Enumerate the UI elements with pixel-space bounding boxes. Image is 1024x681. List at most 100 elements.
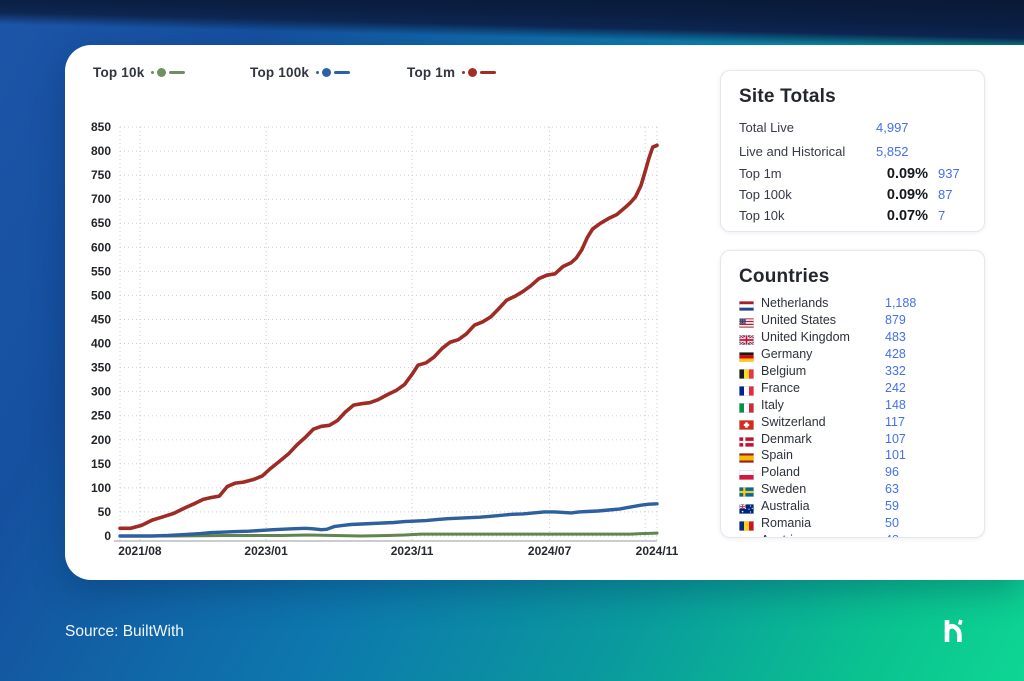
flag-icon-fr bbox=[739, 383, 754, 393]
country-row: Spain 101 bbox=[739, 447, 968, 464]
country-name: Sweden bbox=[761, 482, 806, 496]
svg-text:600: 600 bbox=[91, 240, 111, 254]
country-row: Netherlands 1,188 bbox=[739, 295, 968, 312]
svg-text:2024/07: 2024/07 bbox=[528, 544, 572, 558]
flag-icon-nl bbox=[739, 298, 754, 308]
page-background: Top 10kTop 100kTop 1m 050100150200250300… bbox=[0, 0, 1024, 681]
country-count-link[interactable]: 428 bbox=[885, 347, 906, 361]
svg-text:450: 450 bbox=[91, 313, 111, 327]
legend-item-top-10k[interactable]: Top 10k bbox=[93, 65, 250, 80]
site-total-rank-row: Top 100k0.09%87 bbox=[739, 184, 968, 205]
country-count-link[interactable]: 96 bbox=[885, 465, 899, 479]
rank-percent: 0.09% bbox=[876, 166, 928, 182]
flag-icon-ch bbox=[739, 417, 754, 427]
svg-text:400: 400 bbox=[91, 337, 111, 351]
svg-text:200: 200 bbox=[91, 433, 111, 447]
hostinger-h-icon bbox=[936, 612, 972, 650]
site-total-value-link[interactable]: 5,852 bbox=[876, 144, 928, 159]
svg-text:300: 300 bbox=[91, 385, 111, 399]
country-count-link[interactable]: 242 bbox=[885, 381, 906, 395]
svg-text:150: 150 bbox=[91, 457, 111, 471]
site-totals-title: Site Totals bbox=[739, 85, 968, 109]
country-count-link[interactable]: 107 bbox=[885, 432, 906, 446]
site-total-label: Live and Historical bbox=[739, 144, 876, 159]
country-name: United States bbox=[761, 313, 836, 327]
legend-item-top-100k[interactable]: Top 100k bbox=[250, 65, 407, 80]
flag-icon-be bbox=[739, 366, 754, 376]
country-count-link[interactable]: 332 bbox=[885, 364, 906, 378]
site-totals-rows: Total Live4,997Live and Historical5,852T… bbox=[739, 115, 968, 226]
country-row: Italy 148 bbox=[739, 396, 968, 413]
country-row: Belgium 332 bbox=[739, 363, 968, 380]
country-count-link[interactable]: 59 bbox=[885, 499, 899, 513]
legend-circle-icon bbox=[322, 68, 331, 77]
svg-text:850: 850 bbox=[91, 120, 111, 134]
country-count-link[interactable]: 101 bbox=[885, 448, 906, 462]
country-count-link[interactable]: 63 bbox=[885, 482, 899, 496]
country-row: Switzerland 117 bbox=[739, 413, 968, 430]
site-total-label: Total Live bbox=[739, 120, 876, 135]
country-row: Germany428 bbox=[739, 346, 968, 363]
rank-count-link[interactable]: 937 bbox=[928, 166, 968, 181]
legend-dash-icon bbox=[334, 71, 350, 75]
rank-percent: 0.07% bbox=[876, 208, 928, 224]
country-name: Switzerland bbox=[761, 415, 826, 429]
country-row: United States 879 bbox=[739, 312, 968, 329]
country-count-link[interactable]: 1,188 bbox=[885, 296, 916, 310]
legend-label: Top 10k bbox=[93, 65, 144, 80]
country-count-link[interactable]: 879 bbox=[885, 313, 906, 327]
rank-percent: 0.09% bbox=[876, 187, 928, 203]
legend-dash-icon bbox=[480, 71, 496, 75]
series-line-top-1m bbox=[120, 145, 657, 528]
country-name: Austria bbox=[761, 533, 800, 538]
flag-icon-uk bbox=[739, 332, 754, 342]
svg-text:650: 650 bbox=[91, 216, 111, 230]
country-name: Denmark bbox=[761, 432, 812, 446]
flag-icon-es bbox=[739, 450, 754, 460]
country-count-link[interactable]: 148 bbox=[885, 398, 906, 412]
country-name: Spain bbox=[761, 448, 793, 462]
country-count-link[interactable]: 483 bbox=[885, 330, 906, 344]
country-count-link[interactable]: 48 bbox=[885, 533, 899, 538]
legend-label: Top 1m bbox=[407, 65, 455, 80]
legend-dash-icon bbox=[169, 71, 185, 75]
rank-label: Top 1m bbox=[739, 166, 876, 181]
chart-legend: Top 10k Top 100k Top 1m bbox=[93, 65, 564, 80]
country-row: Romania50 bbox=[739, 515, 968, 532]
flag-icon-au bbox=[739, 501, 754, 511]
country-name: Australia bbox=[761, 499, 810, 513]
hostinger-logo bbox=[936, 612, 972, 655]
rank-label: Top 10k bbox=[739, 208, 876, 223]
flag-icon-ro bbox=[739, 518, 754, 528]
country-count-link[interactable]: 50 bbox=[885, 516, 899, 530]
countries-rows: Netherlands 1,188 United States 879 United K… bbox=[739, 295, 968, 538]
legend-item-top-1m[interactable]: Top 1m bbox=[407, 65, 564, 80]
svg-text:2024/11: 2024/11 bbox=[636, 544, 679, 558]
country-name: Poland bbox=[761, 465, 800, 479]
rank-label: Top 100k bbox=[739, 187, 876, 202]
series-line-top-100k bbox=[120, 504, 657, 536]
svg-text:550: 550 bbox=[91, 264, 111, 278]
country-name: Netherlands bbox=[761, 296, 828, 310]
svg-text:0: 0 bbox=[104, 529, 111, 543]
legend-label: Top 100k bbox=[250, 65, 309, 80]
country-row: Sweden 63 bbox=[739, 481, 968, 498]
site-total-row: Total Live4,997 bbox=[739, 115, 968, 139]
country-count-link[interactable]: 117 bbox=[885, 415, 905, 429]
trends-chart: 0501001502002503003504004505005506006507… bbox=[85, 105, 715, 565]
country-row: France242 bbox=[739, 379, 968, 396]
rank-count-link[interactable]: 7 bbox=[928, 208, 968, 223]
svg-text:750: 750 bbox=[91, 168, 111, 182]
svg-text:800: 800 bbox=[91, 144, 111, 158]
country-name: Italy bbox=[761, 398, 784, 412]
site-total-rank-row: Top 1m0.09%937 bbox=[739, 163, 968, 184]
site-total-rank-row: Top 10k0.07%7 bbox=[739, 205, 968, 226]
rank-count-link[interactable]: 87 bbox=[928, 187, 968, 202]
country-name: United Kingdom bbox=[761, 330, 850, 344]
site-total-value-link[interactable]: 4,997 bbox=[876, 120, 928, 135]
svg-text:100: 100 bbox=[91, 481, 111, 495]
flag-icon-dk bbox=[739, 434, 754, 444]
country-row: United Kingdom 483 bbox=[739, 329, 968, 346]
country-name: Belgium bbox=[761, 364, 806, 378]
legend-dot-icon bbox=[462, 71, 465, 74]
